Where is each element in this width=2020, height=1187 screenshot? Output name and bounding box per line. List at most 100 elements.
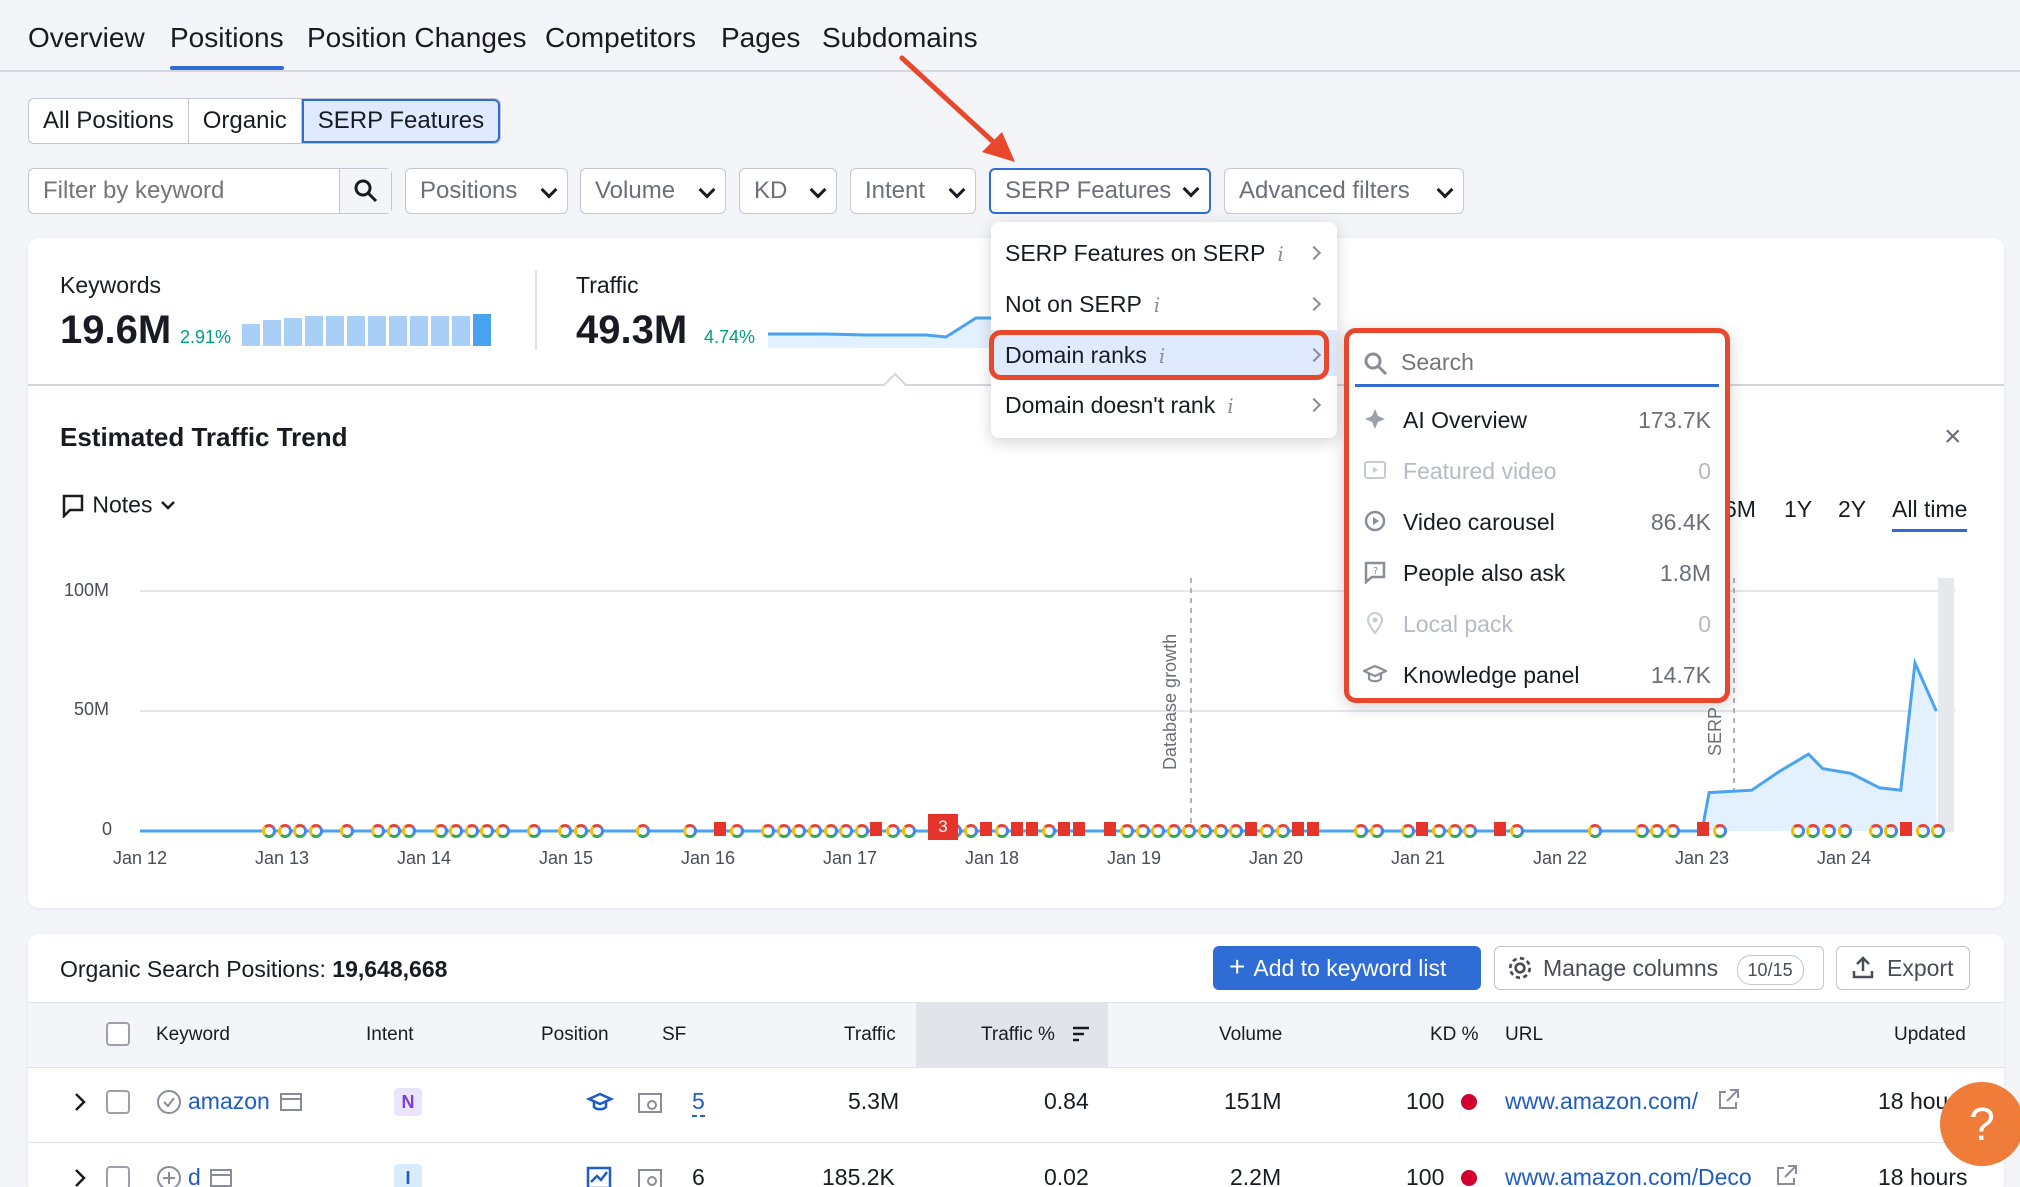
flag-icon[interactable] — [1416, 822, 1429, 836]
header-position[interactable]: Position — [541, 1024, 609, 1046]
keyword-link[interactable]: d — [188, 1164, 201, 1187]
google-update-icon[interactable] — [1120, 824, 1134, 838]
google-update-icon[interactable] — [386, 824, 401, 838]
submenu-search-input[interactable] — [1401, 349, 1701, 376]
header-intent[interactable]: Intent — [366, 1024, 414, 1046]
header-volume[interactable]: Volume — [1219, 1024, 1282, 1046]
google-update-icon[interactable] — [1822, 824, 1836, 838]
google-update-icon[interactable] — [464, 824, 479, 838]
flag-icon[interactable] — [1026, 822, 1039, 836]
google-update-icon[interactable] — [808, 824, 822, 838]
flag-icon[interactable] — [714, 822, 727, 836]
header-traffic-pct[interactable]: Traffic % — [981, 1024, 1055, 1046]
row-checkbox[interactable] — [106, 1166, 130, 1187]
google-update-icon[interactable] — [964, 824, 978, 838]
annotation-database-growth: Database growth — [1160, 633, 1180, 770]
google-update-icon[interactable] — [1837, 824, 1852, 838]
keyword-link[interactable]: amazon — [188, 1088, 270, 1115]
flag-icon[interactable] — [1494, 822, 1507, 836]
menu-item-serp-features-on-serp[interactable]: SERP Features on SERP i — [1005, 240, 1284, 267]
google-update-icon[interactable] — [1369, 824, 1384, 838]
flag-icon[interactable] — [979, 822, 992, 836]
expand-icon[interactable] — [72, 1092, 88, 1112]
google-update-icon[interactable] — [1166, 824, 1181, 838]
help-button[interactable]: ? — [1940, 1082, 2020, 1166]
google-update-icon[interactable] — [901, 824, 916, 838]
google-update-icon[interactable] — [1712, 824, 1727, 838]
google-update-icon[interactable] — [1198, 824, 1212, 838]
google-update-icon[interactable] — [589, 824, 604, 838]
google-update-icon[interactable] — [823, 824, 838, 838]
serp-preview-icon[interactable] — [638, 1168, 664, 1187]
google-update-icon[interactable] — [308, 824, 323, 838]
flag-icon[interactable] — [1057, 822, 1070, 836]
flag-count-badge[interactable]: 3 — [928, 814, 958, 840]
submenu-item-video-carousel[interactable]: Video carousel 86.4K — [1363, 503, 1711, 543]
google-update-icon[interactable] — [1276, 824, 1290, 838]
external-link-icon[interactable] — [1774, 1164, 1798, 1187]
sf-count[interactable]: 6 — [692, 1164, 705, 1187]
submenu-item-knowledge-panel[interactable]: Knowledge panel 14.7K — [1363, 656, 1711, 696]
header-sf[interactable]: SF — [662, 1024, 686, 1046]
google-update-icon[interactable] — [340, 824, 354, 838]
flag-icon[interactable] — [1073, 822, 1086, 836]
url-link[interactable]: www.amazon.com/Deco — [1505, 1164, 1752, 1187]
manage-columns-button[interactable]: Manage columns 10/15 — [1494, 946, 1824, 990]
header-keyword[interactable]: Keyword — [156, 1024, 230, 1046]
google-update-icon[interactable] — [1432, 824, 1446, 838]
google-update-icon[interactable] — [1447, 824, 1462, 838]
url-link[interactable]: www.amazon.com/ — [1505, 1088, 1698, 1115]
google-update-icon[interactable] — [1790, 824, 1805, 838]
menu-item-domain-doesnt-rank[interactable]: Domain doesn't rank i — [1005, 392, 1234, 419]
header-updated[interactable]: Updated — [1894, 1024, 1966, 1046]
header-url[interactable]: URL — [1505, 1024, 1543, 1046]
flag-icon[interactable] — [1307, 822, 1320, 836]
google-update-icon[interactable] — [262, 824, 276, 838]
google-update-icon[interactable] — [886, 824, 900, 838]
google-update-icon[interactable] — [1588, 824, 1602, 838]
google-update-icon[interactable] — [433, 824, 448, 838]
header-kd[interactable]: KD % — [1430, 1024, 1479, 1046]
google-update-icon[interactable] — [1213, 824, 1228, 838]
flag-icon[interactable] — [1900, 822, 1912, 836]
google-update-icon[interactable] — [496, 824, 510, 838]
row-checkbox[interactable] — [106, 1090, 130, 1114]
google-update-icon[interactable] — [1868, 824, 1883, 838]
google-update-icon[interactable] — [1915, 824, 1930, 838]
flag-icon[interactable] — [870, 822, 883, 836]
google-update-icon[interactable] — [776, 824, 791, 838]
google-update-icon[interactable] — [574, 824, 588, 838]
expand-icon[interactable] — [72, 1168, 88, 1187]
serp-preview-icon[interactable] — [638, 1092, 664, 1116]
google-update-icon[interactable] — [1666, 824, 1680, 838]
flag-icon[interactable] — [1104, 822, 1117, 836]
google-update-icon[interactable] — [1354, 824, 1368, 838]
sort-icon[interactable] — [1071, 1024, 1091, 1044]
google-update-icon[interactable] — [1634, 824, 1649, 838]
x-tick-label: Jan 13 — [255, 848, 309, 868]
serp-snapshot-icon[interactable] — [210, 1168, 232, 1187]
add-circle-icon[interactable] — [156, 1165, 182, 1187]
google-update-icon[interactable] — [1400, 824, 1415, 838]
google-update-icon[interactable] — [1042, 824, 1056, 838]
flag-icon[interactable] — [1697, 822, 1710, 836]
submenu-item-ai-overview[interactable]: AI Overview 173.7K — [1363, 401, 1711, 441]
sf-count[interactable]: 5 — [692, 1088, 705, 1117]
flag-icon[interactable] — [1244, 822, 1257, 836]
submenu-item-people-also-ask[interactable]: ? People also ask 1.8M — [1363, 554, 1711, 594]
serp-snapshot-icon[interactable] — [280, 1092, 302, 1112]
google-update-icon[interactable] — [730, 824, 744, 838]
menu-item-domain-ranks[interactable]: Domain ranks i — [1005, 342, 1165, 369]
external-link-icon[interactable] — [1716, 1088, 1740, 1112]
google-update-icon[interactable] — [277, 824, 292, 838]
menu-item-not-on-serp[interactable]: Not on SERP i — [1005, 291, 1160, 318]
select-all-checkbox[interactable] — [106, 1022, 130, 1046]
google-update-icon[interactable] — [1135, 824, 1150, 838]
export-button[interactable]: Export — [1836, 946, 1970, 990]
flag-icon[interactable] — [1010, 822, 1023, 836]
add-to-keyword-list-button[interactable]: + Add to keyword list — [1213, 946, 1481, 990]
flag-icon[interactable] — [1291, 822, 1304, 836]
header-traffic[interactable]: Traffic — [844, 1024, 896, 1046]
google-update-icon[interactable] — [1510, 824, 1524, 838]
google-update-icon[interactable] — [854, 824, 869, 838]
